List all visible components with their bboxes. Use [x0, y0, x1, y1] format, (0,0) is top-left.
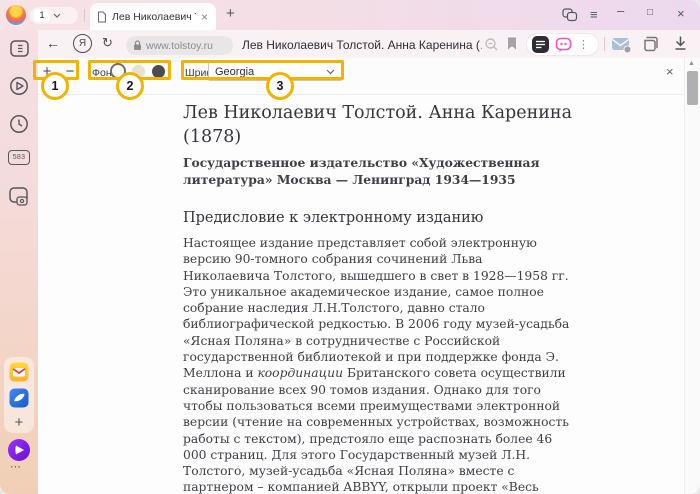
- browser-window: 1 Лев Николаевич Толст × + ≡ – □ × ← Я ↻…: [0, 0, 700, 494]
- annotation-number-3: 3: [266, 72, 294, 100]
- yandex-home-icon[interactable]: Я: [73, 34, 92, 53]
- url-text: www.tolstoy.ru: [146, 40, 213, 52]
- divider: [84, 9, 85, 22]
- more-actions-icon[interactable]: ⋮: [578, 38, 589, 51]
- chat-icon[interactable]: [562, 8, 578, 22]
- reader-close-icon[interactable]: ×: [666, 64, 674, 79]
- document-icon: [97, 11, 107, 23]
- paragraph-text: Настоящее издание представляет собой эле…: [183, 236, 569, 380]
- publisher-line: Государственное издательство «Художестве…: [183, 154, 573, 188]
- reader-content: Лев Николаевич Толстой. Анна Каренина (1…: [38, 95, 684, 494]
- back-button[interactable]: ←: [46, 35, 60, 51]
- annotation-box-font: [181, 60, 344, 80]
- reload-icon[interactable]: ↻: [102, 35, 113, 51]
- find-on-page-icon[interactable]: [484, 37, 499, 52]
- tab-count-badge: 1: [34, 9, 50, 22]
- section-heading: Предисловие к электронному изданию: [183, 210, 573, 226]
- mail-icon[interactable]: [611, 37, 632, 54]
- profile-avatar[interactable]: [6, 5, 26, 25]
- divider: [604, 37, 605, 51]
- page-actions-pill: ⋮: [526, 33, 599, 56]
- scrollbar-thumb[interactable]: [687, 71, 698, 105]
- omnibox-page-title: Лев Николаевич Толстой. Анна Каренина (…: [242, 38, 482, 52]
- yandex-disk-app-icon[interactable]: [9, 388, 29, 408]
- tab-close-icon[interactable]: ×: [201, 11, 208, 23]
- sidebar-more-icon[interactable]: ⋯: [10, 460, 22, 473]
- close-window-button[interactable]: ×: [677, 6, 685, 21]
- alice-assistant-icon[interactable]: [7, 438, 31, 462]
- sidebar-toggle-icon[interactable]: [9, 38, 29, 58]
- menu-icon[interactable]: ≡: [590, 7, 598, 22]
- history-clock-icon[interactable]: [9, 114, 29, 134]
- tab-count-button[interactable]: 1: [30, 7, 78, 24]
- url-field[interactable]: www.tolstoy.ru: [126, 36, 233, 55]
- scrollbar-track[interactable]: [684, 58, 700, 494]
- reader-mode-icon[interactable]: [532, 36, 549, 53]
- alice-summary-icon[interactable]: [555, 37, 572, 53]
- minimize-button[interactable]: –: [617, 3, 624, 18]
- collections-icon[interactable]: [642, 35, 661, 53]
- chevron-down-icon: [53, 13, 61, 18]
- sidebar-583-badge[interactable]: 583: [8, 150, 30, 165]
- add-app-button[interactable]: +: [9, 412, 29, 432]
- annotation-number-2: 2: [116, 72, 144, 100]
- article-title: Лев Николаевич Толстой. Анна Каренина (1…: [183, 102, 573, 149]
- maximize-button[interactable]: □: [647, 7, 653, 18]
- screenshot-icon[interactable]: [9, 186, 29, 206]
- bookmark-icon[interactable]: [506, 36, 518, 51]
- new-tab-button[interactable]: +: [226, 5, 235, 22]
- tab-title: Лев Николаевич Толст: [112, 11, 196, 23]
- media-play-icon[interactable]: [9, 76, 29, 96]
- yandex-mail-app-icon[interactable]: [9, 362, 29, 382]
- scroll-up-icon[interactable]: ▲: [688, 60, 695, 67]
- tab-bar: 1 Лев Николаевич Толст × + ≡ – □ ×: [0, 0, 700, 30]
- tab-anna-karenina[interactable]: Лев Николаевич Толст ×: [90, 3, 216, 30]
- annotation-number-1: 1: [41, 72, 69, 100]
- paragraph-italic: координации: [257, 366, 343, 380]
- downloads-icon[interactable]: [673, 35, 688, 52]
- article-paragraph: Настоящее издание представляет собой эле…: [183, 235, 573, 494]
- paragraph-text: Британского совета осуществили сканирова…: [183, 366, 569, 494]
- lock-icon: [133, 40, 142, 51]
